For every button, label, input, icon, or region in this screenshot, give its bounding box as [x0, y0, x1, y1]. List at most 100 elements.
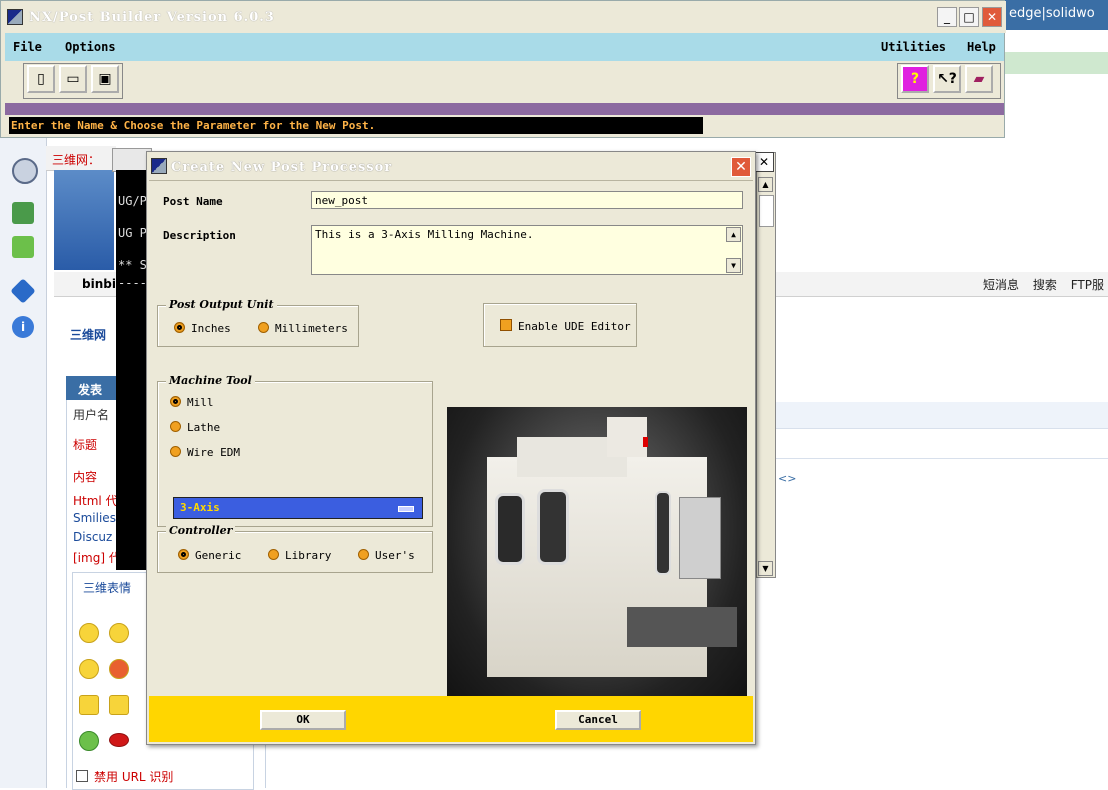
close-button[interactable]: ✕ — [982, 7, 1002, 27]
radio-icon[interactable] — [170, 421, 181, 432]
menu-options[interactable]: Options — [65, 40, 116, 54]
topbar-text: edge|solidwo — [1009, 6, 1095, 21]
desc-scroll-up-arrow[interactable]: ▲ — [726, 227, 741, 242]
dialog-footer: OK Cancel — [149, 696, 753, 742]
controller-title: Controller — [166, 524, 236, 537]
radio-icon[interactable] — [358, 549, 369, 560]
nx-titlebar: NX/Post Builder Version 6.0.3 _ □ ✕ — [1, 1, 1006, 33]
address-prefix: 三维网： — [52, 153, 101, 167]
radio-generic-label: Generic — [195, 549, 242, 562]
puzzle-icon[interactable] — [12, 236, 34, 258]
sad-icon[interactable] — [109, 623, 129, 643]
machine-window-right — [537, 489, 569, 565]
dialog-close-button[interactable]: ✕ — [731, 157, 751, 177]
machine-control-panel — [679, 497, 721, 579]
description-textarea[interactable]: This is a 3-Axis Milling Machine. ▲ ▼ — [311, 225, 743, 275]
maximize-button[interactable]: □ — [959, 7, 979, 27]
nx-separator-bar — [5, 103, 1004, 115]
menu-utilities[interactable]: Utilities — [881, 40, 946, 54]
open-folder-icon[interactable]: ▭ — [59, 65, 87, 93]
console-line: ** S — [118, 258, 147, 272]
address-bar[interactable]: 三维网： — [46, 146, 116, 171]
scroll-down-arrow[interactable]: ▼ — [758, 561, 773, 576]
radio-millimeters[interactable]: Millimeters — [258, 322, 348, 335]
ok-button[interactable]: OK — [260, 710, 346, 730]
forum-nav: 短消息 搜索 FTP服 — [983, 276, 1104, 293]
machine-tool-title: Machine Tool — [166, 374, 255, 387]
nav-messages[interactable]: 短消息 — [983, 278, 1019, 292]
menu-help[interactable]: Help — [967, 40, 996, 54]
form-row-smilies: Smilies — [73, 511, 116, 525]
browser-sidebar: i — [0, 138, 47, 788]
ude-editor-checkbox[interactable]: Enable UDE Editor — [500, 319, 631, 333]
checkbox-icon[interactable] — [76, 770, 88, 782]
radio-users[interactable]: User's — [358, 549, 415, 562]
dialog-body: Post Name new_post Description This is a… — [149, 180, 753, 707]
context-help-icon[interactable]: ↖? — [933, 65, 961, 93]
smilies-tab[interactable]: 三维表情 — [83, 579, 131, 596]
dialog-titlebar: Create New Post Processor ✕ — [147, 152, 755, 180]
radio-icon[interactable] — [268, 549, 279, 560]
output-unit-title: Post Output Unit — [166, 298, 277, 311]
site-banner — [54, 170, 114, 270]
axis-select[interactable]: 3-Axis — [173, 497, 423, 519]
balloon-help-icon[interactable]: ? — [901, 65, 929, 93]
radio-selected-icon[interactable] — [174, 322, 185, 333]
menu-file[interactable]: File — [13, 40, 42, 54]
download-icon[interactable] — [12, 202, 34, 224]
minimize-button[interactable]: _ — [937, 7, 957, 27]
desc-scroll-down-arrow[interactable]: ▼ — [726, 258, 741, 273]
radio-selected-icon[interactable] — [170, 396, 181, 407]
manual-book-icon[interactable]: ▰ — [965, 65, 993, 93]
nav-search[interactable]: 搜索 — [1033, 278, 1057, 292]
info-icon[interactable]: i — [12, 316, 34, 338]
user-name[interactable]: binbi — [82, 277, 116, 291]
smile-icon[interactable] — [79, 623, 99, 643]
ude-editor-label: Enable UDE Editor — [518, 320, 631, 333]
create-post-dialog: Create New Post Processor ✕ Post Name ne… — [146, 151, 756, 745]
person-icon[interactable] — [79, 731, 99, 751]
ude-editor-group: Enable UDE Editor — [483, 303, 637, 347]
radio-lathe[interactable]: Lathe — [170, 421, 220, 434]
radio-selected-icon[interactable] — [178, 549, 189, 560]
diamond-icon[interactable] — [10, 278, 36, 304]
clock-icon[interactable] — [12, 158, 38, 184]
machine-tool-image — [447, 407, 747, 707]
save-icon[interactable]: ▣ — [91, 65, 119, 93]
thumbs-up-icon[interactable] — [79, 695, 99, 715]
checkbox-icon[interactable] — [500, 319, 512, 331]
radio-mill[interactable]: Mill — [170, 396, 214, 409]
nav-ftp[interactable]: FTP服 — [1071, 278, 1104, 292]
radio-inches[interactable]: Inches — [174, 322, 231, 335]
laugh-icon[interactable] — [79, 659, 99, 679]
console-scrollbar[interactable]: ▲ ▼ — [756, 152, 776, 578]
thumbs-down-icon[interactable] — [109, 695, 129, 715]
scroll-thumb[interactable] — [759, 195, 774, 227]
radio-icon[interactable] — [170, 446, 181, 457]
radio-millimeters-label: Millimeters — [275, 322, 348, 335]
form-row-html: Html 代 — [73, 494, 118, 508]
machine-side-window — [655, 491, 671, 575]
console-close-button[interactable]: ✕ — [754, 152, 774, 172]
scroll-up-arrow[interactable]: ▲ — [758, 177, 773, 192]
post-name-input[interactable]: new_post — [311, 191, 743, 209]
form-row-username: 用户名 — [73, 408, 110, 422]
nx-post-builder-window: NX/Post Builder Version 6.0.3 _ □ ✕ File… — [0, 0, 1006, 138]
console-line: ---- — [118, 276, 147, 290]
background-window-topbar: edge|solidwo — [1005, 0, 1108, 30]
cancel-button[interactable]: Cancel — [555, 710, 641, 730]
radio-generic[interactable]: Generic — [178, 549, 241, 562]
new-file-icon[interactable]: ▯ — [27, 65, 55, 93]
form-arrow: <> — [778, 472, 797, 485]
option-menu-indicator-icon[interactable] — [398, 506, 414, 512]
radio-lathe-label: Lathe — [187, 421, 221, 434]
angry-icon[interactable] — [109, 659, 129, 679]
lips-icon[interactable] — [109, 733, 129, 747]
disable-url-checkbox[interactable]: 禁用 URL 识别 — [76, 768, 173, 785]
output-unit-group: Post Output Unit Inches Millimeters — [157, 298, 359, 347]
forum-breadcrumb[interactable]: 三维网 — [70, 326, 106, 343]
radio-library[interactable]: Library — [268, 549, 331, 562]
nx-window-title: NX/Post Builder Version 6.0.3 — [29, 10, 275, 25]
radio-icon[interactable] — [258, 322, 269, 333]
radio-wire-edm[interactable]: Wire EDM — [170, 446, 240, 459]
